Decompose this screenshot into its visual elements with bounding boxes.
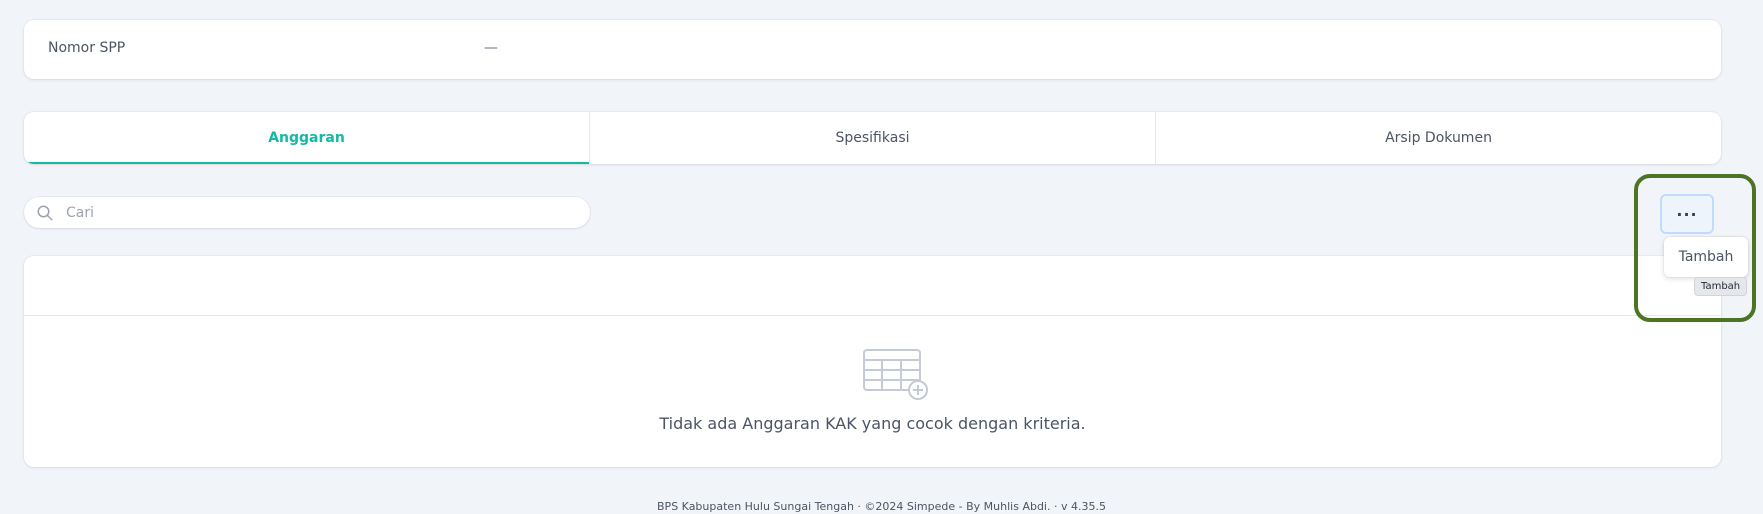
- search-input[interactable]: [62, 204, 562, 221]
- tab-anggaran[interactable]: Anggaran: [24, 112, 590, 164]
- footer: BPS Kabupaten Hulu Sungai Tengah · ©2024…: [657, 500, 1106, 513]
- more-actions-button[interactable]: ···: [1660, 194, 1714, 234]
- tab-bar: Anggaran Spesifikasi Arsip Dokumen: [24, 112, 1721, 164]
- tambah-menu-item[interactable]: Tambah: [1679, 249, 1734, 265]
- search-bar: [24, 197, 590, 228]
- table-card: Tidak ada Anggaran KAK yang cocok dengan…: [24, 256, 1721, 467]
- detail-card: Nomor SPP —: [24, 20, 1721, 79]
- table-header: [24, 256, 1721, 316]
- tab-arsip-dokumen[interactable]: Arsip Dokumen: [1156, 112, 1721, 164]
- tab-spesifikasi[interactable]: Spesifikasi: [590, 112, 1156, 164]
- table-add-icon: [862, 348, 932, 406]
- tambah-tooltip: Tambah: [1694, 277, 1748, 296]
- search-icon: [28, 204, 62, 222]
- actions-dropdown: Tambah: [1664, 237, 1748, 277]
- empty-state-message: Tidak ada Anggaran KAK yang cocok dengan…: [659, 414, 1086, 433]
- nomor-spp-value: —: [484, 40, 498, 56]
- nomor-spp-label: Nomor SPP: [48, 40, 126, 56]
